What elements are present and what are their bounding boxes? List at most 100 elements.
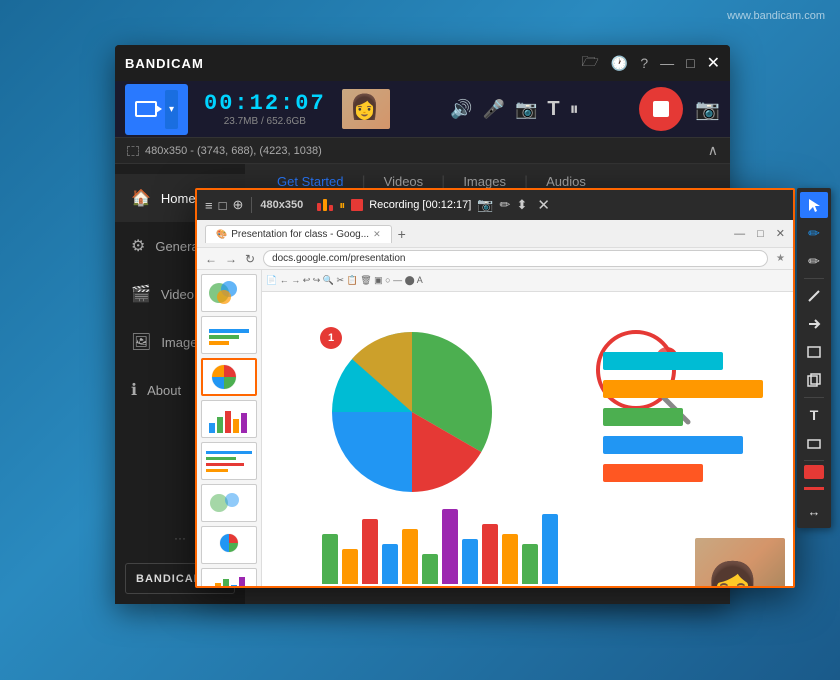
- slides-panel: 🌍: [197, 270, 262, 588]
- bar-7: [442, 509, 458, 584]
- browser-close[interactable]: ✕: [776, 227, 785, 240]
- dots-icon[interactable]: ···: [168, 527, 192, 549]
- folder-icon[interactable]: 🗁: [582, 51, 599, 75]
- stop-icon: [653, 101, 669, 117]
- mic-icon[interactable]: 🎤: [483, 99, 505, 120]
- draw-line-thickness[interactable]: [804, 487, 824, 490]
- record-stop-button[interactable]: [639, 87, 683, 131]
- help-icon[interactable]: ?: [640, 55, 648, 71]
- h-bar-3: [603, 408, 683, 426]
- text-overlay-icon[interactable]: T: [547, 98, 559, 121]
- slide-thumb-1[interactable]: [201, 274, 257, 312]
- rec-pencil-icon[interactable]: ✏: [500, 197, 511, 213]
- minimize-icon[interactable]: —: [660, 55, 674, 71]
- rec-close-icon[interactable]: ✕: [537, 196, 550, 214]
- draw-lr-arrows-button[interactable]: ↔: [800, 498, 828, 524]
- timer-display: 00:12:07 23.7MB / 652.6GB: [204, 91, 326, 127]
- main-toolbar: ▾ 00:12:07 23.7MB / 652.6GB 🔊 🎤 📷 T ⏸ 📷: [115, 81, 730, 137]
- bar-6: [422, 554, 438, 584]
- pie-chart: [312, 312, 532, 512]
- rec-stop-icon[interactable]: [351, 199, 363, 211]
- browser-refresh[interactable]: ↻: [245, 252, 255, 266]
- horizontal-bars: [603, 352, 763, 482]
- bar-8: [462, 539, 478, 584]
- rec-menu-icon[interactable]: ≡: [205, 198, 213, 213]
- browser-tab-bar: 🎨 Presentation for class - Goog... ✕ + —…: [197, 220, 793, 248]
- recording-overlay: ≡ □ ⊕ 480x350 ⏸ Recording [00:12:17] 📷 ✏…: [195, 188, 795, 588]
- sidebar-home-label: Home: [161, 191, 196, 206]
- webcam-icon[interactable]: 📷: [515, 99, 537, 120]
- pencil-icon: ✏: [808, 253, 820, 270]
- crop-icon: [127, 146, 139, 156]
- browser-minimize[interactable]: —: [734, 228, 745, 240]
- draw-eraser-button[interactable]: [800, 430, 828, 456]
- browser-tab-title: Presentation for class - Goog...: [231, 229, 369, 240]
- bar-4: [382, 544, 398, 584]
- draw-highlight-button[interactable]: ✏: [800, 220, 828, 246]
- snapshot-button[interactable]: 📷: [695, 97, 720, 122]
- new-tab-button[interactable]: +: [398, 226, 406, 242]
- slide-area: 📄 ← → ↩ ↪ 🔍 ✂ 📋 🗑 ▣ ○ — ⬤ A: [262, 270, 793, 588]
- browser-star[interactable]: ★: [776, 253, 785, 264]
- cursor-tool-icon: [807, 197, 821, 213]
- slide-thumb-2[interactable]: [201, 316, 257, 354]
- pause-icon[interactable]: ⏸: [570, 99, 579, 120]
- draw-pencil-button[interactable]: ✏: [800, 248, 828, 274]
- bar-12: [542, 514, 558, 584]
- timer-text: 00:12:07: [204, 91, 326, 116]
- video-icon: 🎬: [131, 284, 151, 304]
- close-button[interactable]: ✕: [707, 53, 720, 73]
- browser-tab-presentation[interactable]: 🎨 Presentation for class - Goog... ✕: [205, 225, 392, 243]
- browser-back[interactable]: ←: [205, 252, 217, 266]
- slide-thumb-7[interactable]: [201, 526, 257, 564]
- draw-line-button[interactable]: [800, 283, 828, 309]
- address-input[interactable]: docs.google.com/presentation: [263, 250, 768, 267]
- bandicam-btn-label: BANDICAM: [136, 573, 204, 585]
- draw-rect-button[interactable]: [800, 339, 828, 365]
- recording-status: ⏸ Recording [00:12:17] 📷 ✏ ⬍ ✕: [317, 196, 550, 214]
- app-title: BANDICAM: [125, 56, 204, 71]
- rec-window-icon[interactable]: □: [219, 198, 227, 213]
- recording-dims: 480x350: [260, 199, 303, 211]
- collapse-icon[interactable]: ∧: [708, 142, 718, 159]
- rec-level-bars: [317, 199, 333, 211]
- slide-thumb-4[interactable]: [201, 400, 257, 438]
- title-bar: BANDICAM 🗁 🕐 ? — □ ✕: [115, 45, 730, 81]
- audio-icon[interactable]: 🔊: [450, 99, 472, 120]
- h-bar-1: [603, 352, 723, 370]
- rec-expand-icon[interactable]: ⬍: [516, 197, 527, 213]
- browser-maximize[interactable]: □: [757, 228, 764, 240]
- gear-icon: ⚙: [131, 236, 145, 256]
- browser-tab-close[interactable]: ✕: [373, 229, 381, 240]
- clock-icon[interactable]: 🕐: [611, 55, 628, 72]
- toolbar-icons-group: 🔊 🎤 📷 T ⏸: [398, 98, 631, 121]
- draw-arrow-button[interactable]: [800, 311, 828, 337]
- bar-9: [482, 524, 498, 584]
- slide-thumb-3[interactable]: [201, 358, 257, 396]
- draw-color-swatch[interactable]: [804, 465, 824, 479]
- slide-thumb-8[interactable]: [201, 568, 257, 588]
- maximize-icon[interactable]: □: [686, 55, 694, 71]
- h-bar-4: [603, 436, 743, 454]
- draw-copy-button[interactable]: [800, 367, 828, 393]
- browser-forward[interactable]: →: [225, 252, 237, 266]
- lr-arrows-icon: ↔: [808, 504, 821, 519]
- slide-thumb-6[interactable]: [201, 484, 257, 522]
- dimensions-text: 480x350 - (3743, 688), (4223, 1038): [145, 145, 322, 157]
- info-icon: ℹ: [131, 380, 137, 400]
- rec-region-icon[interactable]: ⊕: [232, 197, 243, 213]
- slide-toolbar-strip: 📄 ← → ↩ ↪ 🔍 ✂ 📋 🗑 ▣ ○ — ⬤ A: [262, 270, 793, 292]
- sidebar-about-label: About: [147, 383, 181, 398]
- h-bar-5: [603, 464, 703, 482]
- draw-text-button[interactable]: T: [800, 402, 828, 428]
- draw-cursor-button[interactable]: [800, 192, 828, 218]
- slide-thumb-5[interactable]: [201, 442, 257, 480]
- rec-pause-icon[interactable]: ⏸: [339, 198, 345, 213]
- dropdown-arrow[interactable]: ▾: [165, 90, 178, 129]
- sidebar-image-label: Image: [161, 335, 197, 350]
- rec-camera-icon[interactable]: 📷: [477, 197, 493, 213]
- record-mode-button[interactable]: ▾: [125, 84, 188, 135]
- bar-1: [322, 534, 338, 584]
- rect-tool-icon: [807, 346, 821, 358]
- recording-toolbar: ≡ □ ⊕ 480x350 ⏸ Recording [00:12:17] 📷 ✏…: [197, 190, 793, 220]
